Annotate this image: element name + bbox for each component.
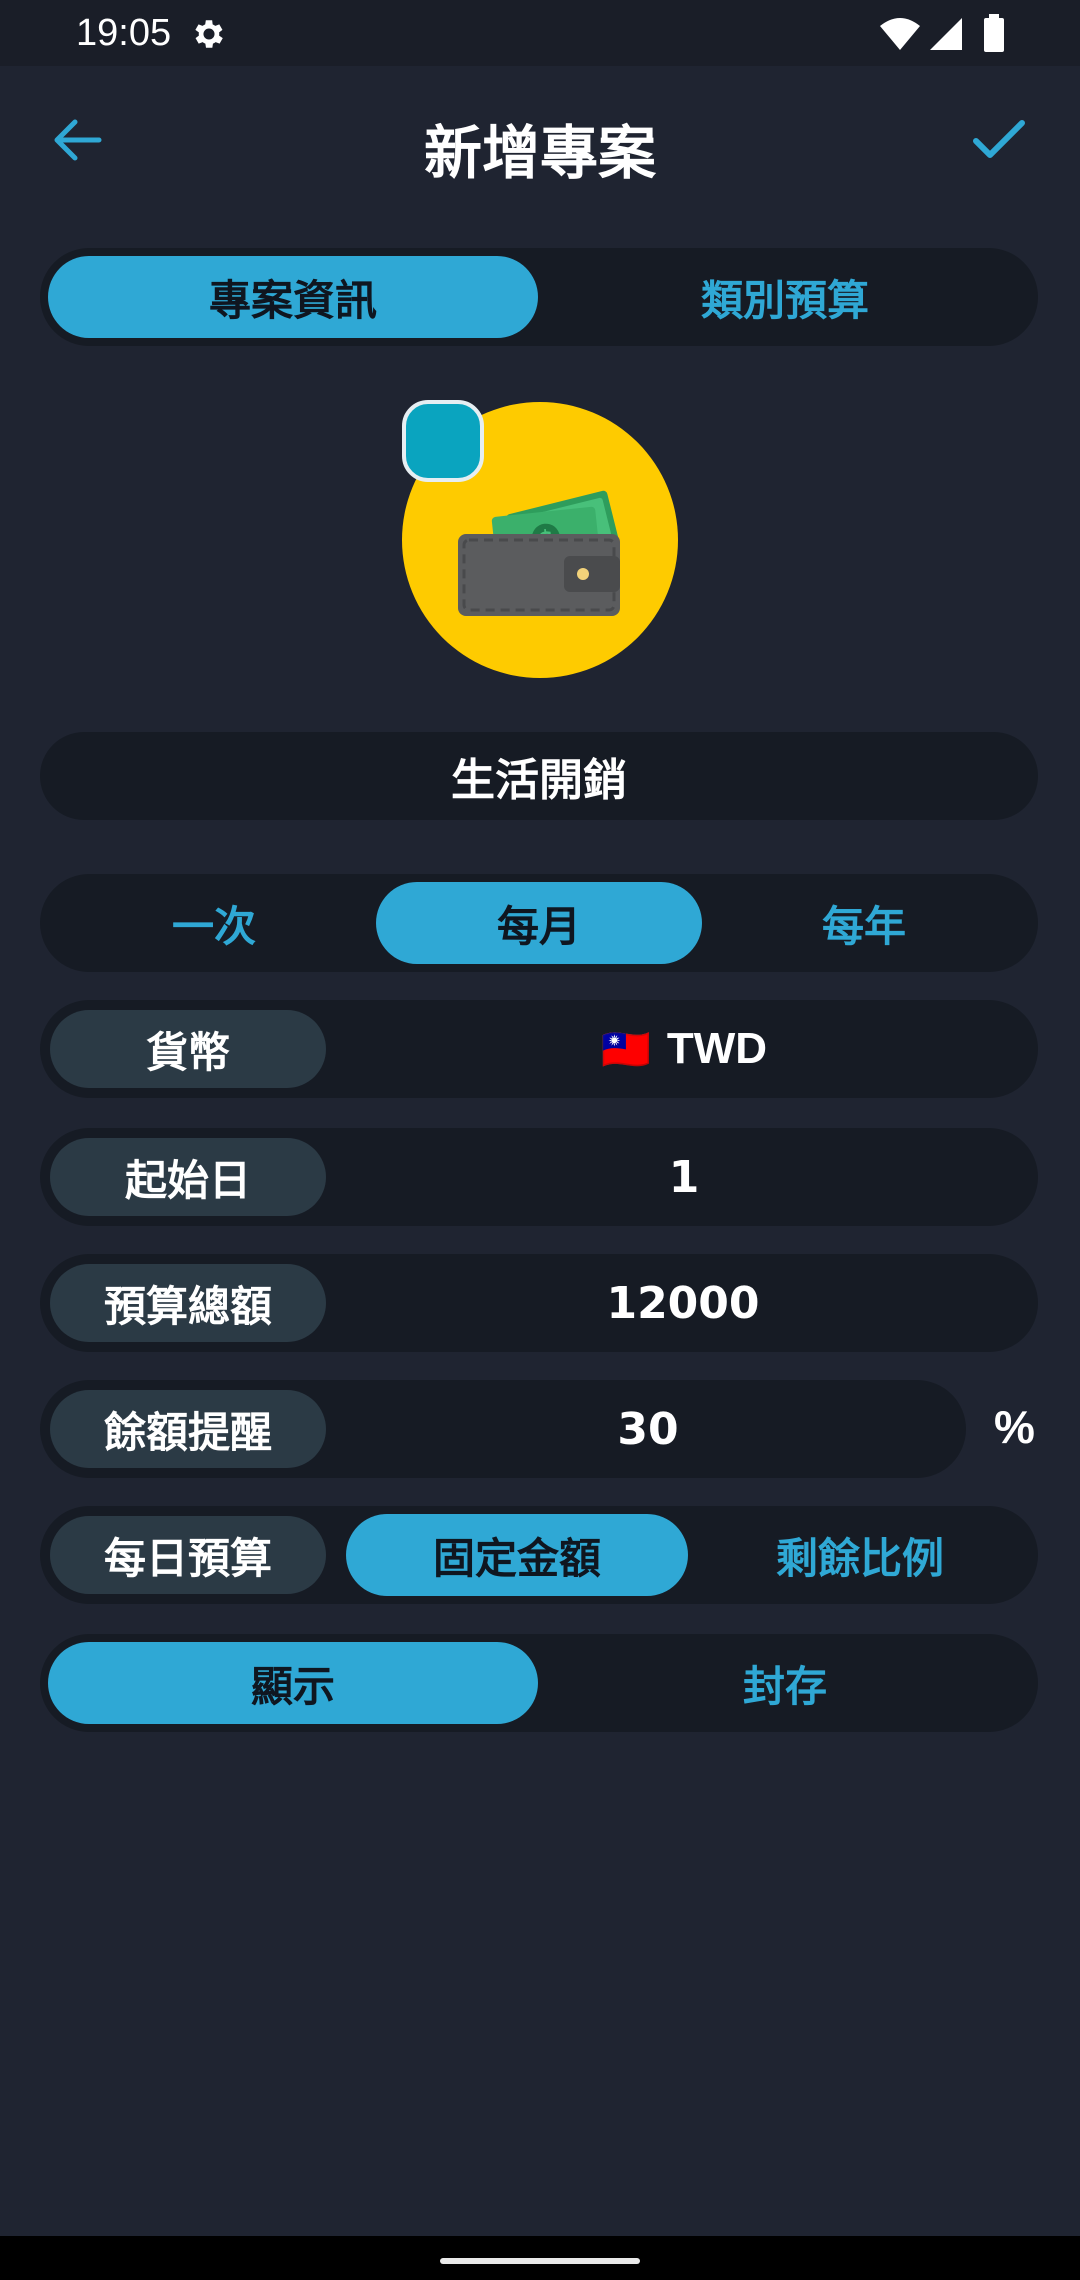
balance-alert-row[interactable]: 餘額提醒 30 [40, 1380, 966, 1478]
frequency-once[interactable]: 一次 [54, 882, 374, 964]
visibility-selector: 顯示 封存 [40, 1634, 1038, 1732]
status-bar: 19:05 [0, 0, 1080, 66]
theme-color-swatch[interactable] [402, 400, 484, 482]
check-icon [973, 120, 1025, 158]
wallet-icon: $ [458, 490, 620, 616]
signal-icon [930, 18, 962, 50]
daily-budget-row: 每日預算 固定金額 剩餘比例 [40, 1506, 1038, 1604]
frequency-yearly[interactable]: 每年 [704, 882, 1024, 964]
start-day-label: 起始日 [50, 1138, 326, 1216]
project-name-input[interactable]: 生活開銷 [40, 732, 1038, 820]
currency-value[interactable]: 🇹🇼 TWD [330, 1000, 1038, 1098]
visibility-archive[interactable]: 封存 [540, 1642, 1030, 1724]
frequency-monthly[interactable]: 每月 [376, 882, 702, 964]
budget-total-row[interactable]: 預算總額 12000 [40, 1254, 1038, 1352]
tab-category-budget[interactable]: 類別預算 [540, 256, 1030, 338]
status-time: 19:05 [76, 12, 172, 54]
page-title: 新增專案 [423, 119, 656, 187]
home-gesture-handle[interactable] [440, 2258, 640, 2264]
start-day-value[interactable]: 1 [330, 1128, 1038, 1226]
battery-icon [984, 14, 1004, 52]
percent-unit: % [994, 1401, 1035, 1453]
visibility-show[interactable]: 顯示 [48, 1642, 538, 1724]
currency-label: 貨幣 [50, 1010, 326, 1088]
currency-row[interactable]: 貨幣 🇹🇼 TWD [40, 1000, 1038, 1098]
budget-total-input[interactable]: 12000 [330, 1254, 1036, 1352]
currency-code: TWD [666, 1024, 767, 1073]
wifi-icon [880, 18, 920, 50]
start-day-row[interactable]: 起始日 1 [40, 1128, 1038, 1226]
daily-budget-remaining-ratio[interactable]: 剩餘比例 [690, 1514, 1030, 1596]
balance-alert-input[interactable]: 30 [330, 1380, 966, 1478]
daily-budget-label: 每日預算 [50, 1516, 326, 1594]
budget-total-label: 預算總額 [50, 1264, 326, 1342]
confirm-button[interactable] [962, 110, 1036, 170]
system-navigation-bar [0, 2236, 1080, 2280]
flag-icon: 🇹🇼 [601, 1026, 651, 1073]
gear-icon [195, 20, 223, 48]
daily-budget-fixed-amount[interactable]: 固定金額 [346, 1514, 688, 1596]
tab-project-info[interactable]: 專案資訊 [48, 256, 538, 338]
tab-bar: 專案資訊 類別預算 [40, 248, 1038, 346]
top-app-bar: 新增專案 [0, 66, 1080, 216]
balance-alert-label: 餘額提醒 [50, 1390, 326, 1468]
frequency-selector: 一次 每月 每年 [40, 874, 1038, 972]
